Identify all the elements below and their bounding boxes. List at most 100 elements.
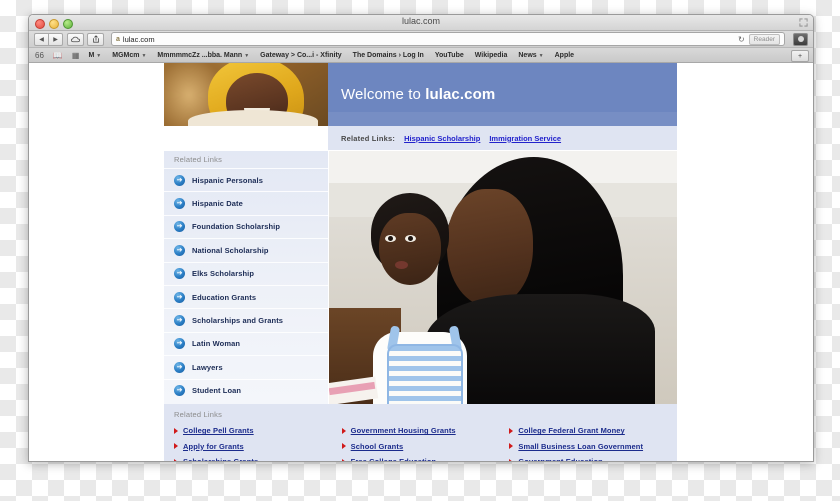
- sidebar-item-elks-scholarship[interactable]: ➔ Elks Scholarship: [164, 261, 328, 285]
- footer-link-school-grants[interactable]: School Grants: [341, 439, 510, 455]
- footer-link-free-college-education[interactable]: Free College Education: [341, 454, 510, 461]
- bookmark-item-gateway-xfinity[interactable]: Gateway > Co...i - Xfinity: [260, 52, 342, 59]
- footer-link-government-housing-grants[interactable]: Government Housing Grants: [341, 423, 510, 439]
- chevron-down-icon: ▼: [538, 52, 544, 59]
- bookmark-item-news[interactable]: News ▼: [518, 52, 543, 59]
- footer-link-label[interactable]: Government Housing Grants: [351, 426, 456, 435]
- top-related-link-hispanic-scholarship[interactable]: Hispanic Scholarship: [404, 134, 480, 143]
- bookmark-item-top-sites[interactable]: ▦: [72, 51, 80, 60]
- sidebar-item-label: Elks Scholarship: [192, 269, 255, 279]
- sidebar-item-label: Hispanic Date: [192, 199, 243, 209]
- sidebar-item-student-loan[interactable]: ➔ Student Loan: [164, 378, 328, 402]
- blue-circle-arrow-icon: ➔: [174, 315, 185, 327]
- blue-circle-arrow-icon: ➔: [174, 221, 185, 233]
- back-button[interactable]: ◀: [34, 32, 49, 46]
- footer-link-label[interactable]: College Federal Grant Money: [518, 426, 624, 435]
- sidebar-item-latin-woman[interactable]: ➔ Latin Woman: [164, 331, 328, 355]
- bookmark-item-the-domains[interactable]: The Domains › Log In: [353, 52, 424, 59]
- sidebar-item-hispanic-date[interactable]: ➔ Hispanic Date: [164, 191, 328, 214]
- sidebar-item-lawyers[interactable]: ➔ Lawyers: [164, 355, 328, 378]
- footer-link-label[interactable]: Free College Education: [351, 457, 437, 461]
- top-related-link-immigration-service[interactable]: Immigration Service: [489, 134, 561, 143]
- window-titlebar: lulac.com: [29, 15, 813, 31]
- sidebar-item-label: Scholarships and Grants: [192, 316, 284, 326]
- footer-link-label[interactable]: College Pell Grants: [183, 426, 254, 435]
- red-triangle-icon: [509, 427, 514, 434]
- sidebar-item-scholarships-and-grants[interactable]: ➔ Scholarships and Grants: [164, 308, 328, 331]
- blue-circle-arrow-icon: ➔: [174, 198, 185, 210]
- footer-related-links: Related Links College Pell Grants Apply …: [164, 404, 677, 461]
- bookmark-item-mgmcm[interactable]: MGMcm ▼: [112, 52, 146, 59]
- hero-photo: [329, 151, 677, 404]
- bookmark-item-youtube[interactable]: YouTube: [435, 52, 464, 59]
- icloud-tabs-button[interactable]: [67, 32, 84, 46]
- top-related-links-label: Related Links:: [341, 133, 396, 143]
- welcome-domain: lulac.com: [425, 86, 496, 103]
- top-related-links: Related Links: Hispanic Scholarship Immi…: [328, 126, 677, 151]
- welcome-banner: Welcome to lulac.com: [328, 63, 677, 126]
- reload-icon[interactable]: ↻: [738, 35, 745, 44]
- footer-link-college-pell-grants[interactable]: College Pell Grants: [174, 423, 342, 439]
- sidebar-title: Related Links: [174, 155, 223, 164]
- browser-toolbar: ◀ ▶ a lulac.com ↻ Reader: [29, 31, 813, 48]
- blue-circle-arrow-icon: ➔: [174, 268, 185, 280]
- footer-link-scholarships-grants[interactable]: Scholarships Grants: [174, 454, 342, 461]
- red-triangle-icon: [174, 443, 178, 450]
- add-bookmark-button[interactable]: +: [791, 50, 809, 62]
- site-content: Welcome to lulac.com Related Links: Hisp…: [164, 63, 677, 461]
- red-triangle-icon: [509, 443, 514, 450]
- footer-link-label[interactable]: Small Business Loan Government: [518, 442, 643, 451]
- footer-link-label[interactable]: Scholarships Grants: [183, 457, 258, 461]
- footer-link-apply-for-grants[interactable]: Apply for Grants: [174, 439, 342, 455]
- forward-button[interactable]: ▶: [49, 32, 63, 46]
- footer-link-small-business-loan-government[interactable]: Small Business Loan Government: [509, 439, 677, 455]
- bookmark-label: M: [88, 51, 95, 59]
- bookmark-item-apple[interactable]: Apple: [555, 52, 574, 59]
- blue-circle-arrow-icon: ➔: [174, 361, 185, 373]
- sidebar-item-hispanic-personals[interactable]: ➔ Hispanic Personals: [164, 168, 328, 191]
- sidebar-item-education-grants[interactable]: ➔ Education Grants: [164, 284, 328, 308]
- address-bar-text: lulac.com: [122, 34, 155, 44]
- red-triangle-icon: [509, 458, 514, 461]
- bookmark-item-reading-list[interactable]: 📖: [53, 51, 63, 60]
- sidebar-item-national-scholarship[interactable]: ➔ National Scholarship: [164, 238, 328, 261]
- share-button[interactable]: [87, 32, 104, 46]
- sidebar-item-label: Education Grants: [192, 292, 257, 302]
- sidebar-item-label: Latin Woman: [192, 339, 241, 349]
- sidebar-item-label: Hispanic Personals: [192, 175, 263, 185]
- bookmark-label: News: [518, 51, 537, 59]
- fullscreen-icon[interactable]: [799, 18, 808, 27]
- footer-link-label[interactable]: School Grants: [351, 442, 404, 451]
- red-triangle-icon: [341, 458, 346, 461]
- footer-link-label[interactable]: Government Education: [518, 457, 603, 461]
- downloads-button[interactable]: [793, 32, 808, 46]
- header-photo: [164, 63, 328, 126]
- sidebar-item-foundation-scholarship[interactable]: ➔ Foundation Scholarship: [164, 214, 328, 238]
- red-triangle-icon: [174, 427, 178, 434]
- blue-circle-arrow-icon: ➔: [174, 291, 185, 303]
- site-body: Related Links ➔ Hispanic Personals ➔ His…: [164, 151, 677, 404]
- bookmark-item-reading-glasses[interactable]: 66: [35, 51, 44, 60]
- chevron-down-icon: ▼: [141, 52, 147, 59]
- page-viewport: Welcome to lulac.com Related Links: Hisp…: [29, 63, 813, 461]
- blue-circle-arrow-icon: ➔: [174, 244, 185, 256]
- footer-link-label[interactable]: Apply for Grants: [183, 442, 244, 451]
- red-triangle-icon: [341, 427, 346, 434]
- red-triangle-icon: [341, 443, 346, 450]
- site-header: Welcome to lulac.com: [164, 63, 677, 126]
- footer-title: Related Links: [174, 410, 223, 419]
- bookmark-item-mann[interactable]: MmmmmcZz ...bba. Mann ▼: [157, 52, 249, 59]
- bookmark-item-m[interactable]: M ▼: [88, 52, 101, 59]
- address-bar[interactable]: a lulac.com ↻ Reader: [111, 32, 785, 46]
- blue-circle-arrow-icon: ➔: [174, 338, 185, 350]
- navigation-buttons: ◀ ▶: [34, 32, 63, 46]
- footer-link-college-federal-grant-money[interactable]: College Federal Grant Money: [509, 423, 677, 439]
- page-title: Welcome to lulac.com: [341, 86, 495, 103]
- sidebar-item-label: National Scholarship: [192, 245, 269, 255]
- chevron-down-icon: ▼: [96, 52, 102, 59]
- share-icon: [92, 35, 99, 43]
- footer-column-1: College Pell Grants Apply for Grants Sch…: [174, 423, 342, 461]
- reader-button[interactable]: Reader: [748, 33, 780, 45]
- bookmark-item-wikipedia[interactable]: Wikipedia: [475, 52, 508, 59]
- footer-link-government-education[interactable]: Government Education: [509, 454, 677, 461]
